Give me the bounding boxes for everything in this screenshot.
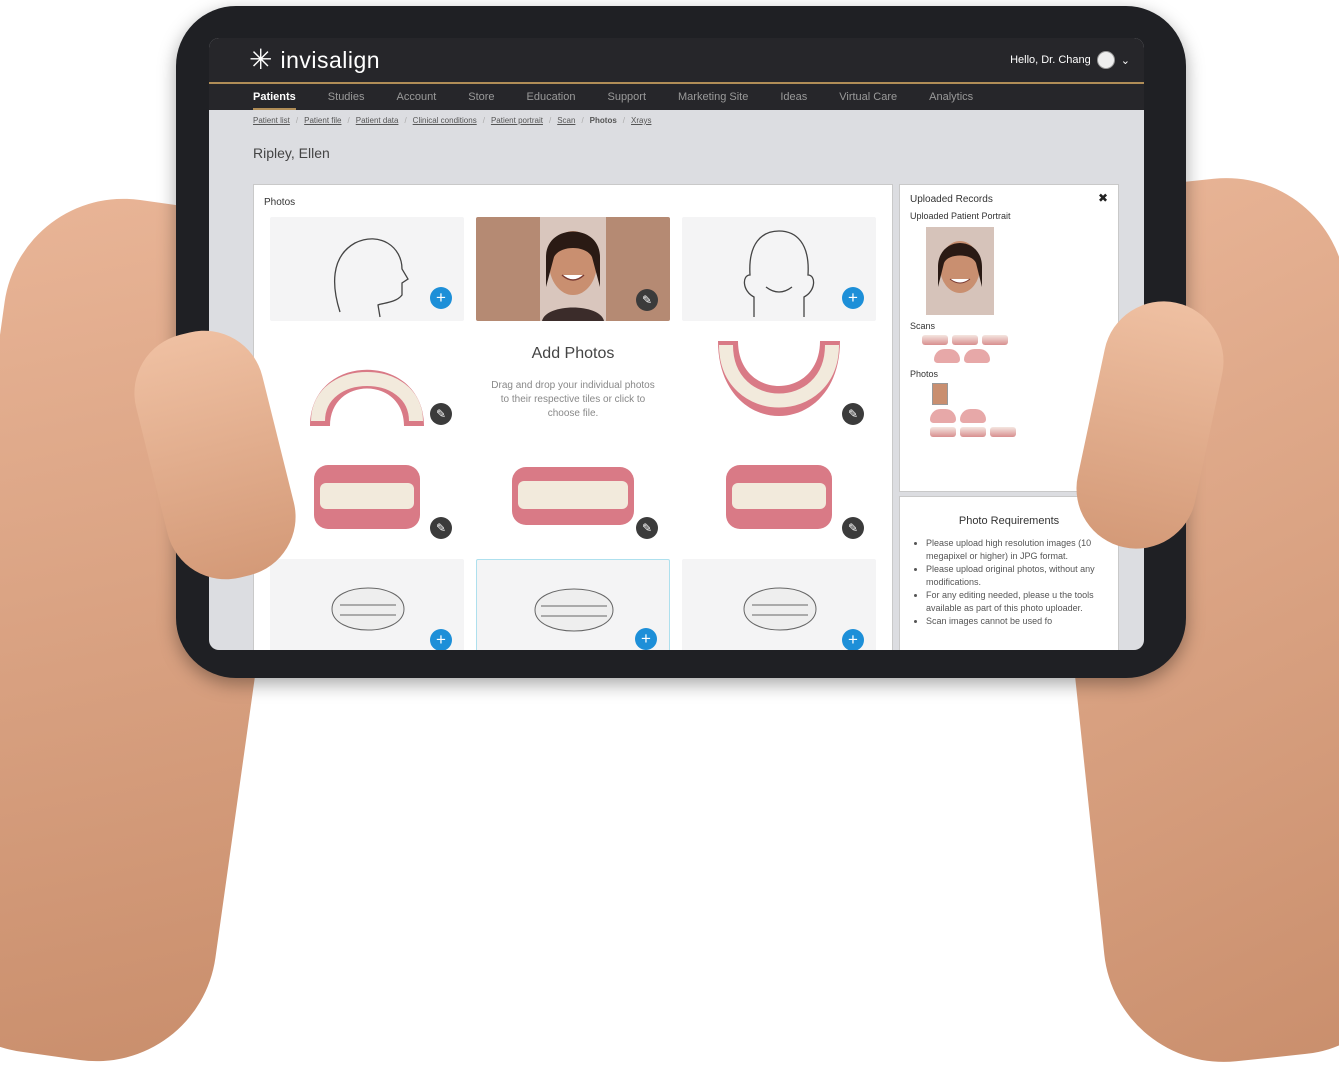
add-photos-description: Drag and drop your individual photos to … — [491, 380, 655, 419]
edit-photo-button[interactable]: ✎ — [430, 517, 452, 539]
scan-thumbnail[interactable] — [922, 335, 948, 345]
breadcrumb-patient-data[interactable]: Patient data — [356, 116, 399, 125]
tile-front-teeth[interactable]: + — [476, 559, 670, 650]
breadcrumb-photos: Photos — [589, 116, 617, 125]
photo-thumbnails — [900, 379, 1118, 405]
breadcrumb-clinical-conditions[interactable]: Clinical conditions — [413, 116, 477, 125]
star-burst-icon: ✳ — [249, 44, 273, 75]
tile-upper-occlusal[interactable]: ✎ — [270, 331, 464, 435]
edit-photo-button[interactable]: ✎ — [636, 289, 658, 311]
add-photo-button[interactable]: + — [430, 287, 452, 309]
scans-label: Scans — [910, 321, 936, 331]
photo-thumbnails-row2 — [900, 405, 1118, 423]
breadcrumb: Patient list / Patient file / Patient data… — [253, 116, 652, 125]
nav-item-support[interactable]: Support — [607, 84, 646, 110]
tablet-screen: ✳ invisalign Hello, Dr. Chang ⌄ Patients… — [209, 38, 1144, 650]
add-photo-button[interactable]: + — [842, 287, 864, 309]
photo-thumbnail[interactable] — [960, 427, 986, 437]
scan-thumbnail[interactable] — [964, 349, 990, 363]
add-photo-button[interactable]: + — [842, 629, 864, 650]
photo-thumbnail[interactable] — [960, 409, 986, 423]
add-photos-dropzone[interactable]: Add Photos Drag and drop your individual… — [476, 331, 670, 435]
requirements-list: Please upload high resolution images (10… — [900, 537, 1118, 628]
nav-item-ideas[interactable]: Ideas — [780, 84, 807, 110]
tile-lower-occlusal[interactable]: ✎ — [682, 331, 876, 435]
edit-photo-button[interactable]: ✎ — [430, 403, 452, 425]
add-photos-title: Add Photos — [531, 345, 615, 362]
photo-thumbnail[interactable] — [990, 427, 1016, 437]
logo[interactable]: ✳ invisalign — [249, 46, 380, 74]
breadcrumb-patient-list[interactable]: Patient list — [253, 116, 290, 125]
breadcrumb-scan[interactable]: Scan — [557, 116, 575, 125]
add-photo-button[interactable]: + — [635, 628, 657, 650]
nav-item-studies[interactable]: Studies — [328, 84, 365, 110]
breadcrumb-patient-file[interactable]: Patient file — [304, 116, 341, 125]
chevron-down-icon: ⌄ — [1120, 54, 1130, 67]
add-photo-button[interactable]: + — [430, 629, 452, 650]
greeting: Hello, Dr. Chang — [1010, 54, 1091, 66]
scan-thumbnail[interactable] — [934, 349, 960, 363]
avatar — [1096, 51, 1115, 69]
page-title: Ripley, Ellen — [253, 145, 330, 161]
tile-profile-photo[interactable]: + — [270, 217, 464, 321]
requirement-item: Please upload original photos, without a… — [926, 563, 1118, 589]
breadcrumb-xrays[interactable]: Xrays — [631, 116, 651, 125]
tile-smile-photo[interactable]: ✎ — [476, 217, 670, 321]
nav-item-education[interactable]: Education — [527, 84, 576, 110]
photos-label: Photos — [910, 369, 939, 379]
tile-right-buccal[interactable]: ✎ — [270, 445, 464, 549]
top-bar: ✳ invisalign Hello, Dr. Chang ⌄ — [209, 38, 1144, 82]
photo-thumbnail[interactable] — [932, 383, 948, 405]
photo-thumbnails-row3 — [900, 423, 1118, 437]
photo-thumbnail[interactable] — [930, 409, 956, 423]
nav-item-store[interactable]: Store — [468, 84, 494, 110]
edit-photo-button[interactable]: ✎ — [842, 517, 864, 539]
photos-panel: Photos + ✎ + ✎ Add Photos Drag and drop … — [253, 184, 893, 650]
requirement-item: For any editing needed, please u the too… — [926, 589, 1118, 615]
scan-thumbnails — [900, 331, 1118, 345]
tile-anterior[interactable]: ✎ — [476, 445, 670, 549]
portrait-label: Uploaded Patient Portrait — [910, 211, 1011, 221]
requirement-item: Please upload high resolution images (10… — [926, 537, 1118, 563]
breadcrumb-patient-portrait[interactable]: Patient portrait — [491, 116, 543, 125]
user-menu[interactable]: Hello, Dr. Chang ⌄ — [1010, 51, 1130, 69]
portrait-thumbnail[interactable] — [926, 227, 994, 315]
records-title: Uploaded Records — [910, 194, 993, 205]
photo-thumbnail[interactable] — [930, 427, 956, 437]
tile-frontal-photo[interactable]: + — [682, 217, 876, 321]
scan-thumbnail[interactable] — [952, 335, 978, 345]
nav-item-virtual-care[interactable]: Virtual Care — [839, 84, 897, 110]
nav-item-patients[interactable]: Patients — [253, 84, 296, 110]
main-nav: Patients Studies Account Store Education… — [209, 84, 1144, 110]
requirement-item: Scan images cannot be used fo — [926, 615, 1118, 628]
nav-item-analytics[interactable]: Analytics — [929, 84, 973, 110]
scan-arch-thumbnails — [900, 345, 1118, 363]
tile-right-lateral[interactable]: + — [270, 559, 464, 650]
nav-item-marketing-site[interactable]: Marketing Site — [678, 84, 748, 110]
edit-photo-button[interactable]: ✎ — [636, 517, 658, 539]
scan-thumbnail[interactable] — [982, 335, 1008, 345]
logo-text: invisalign — [280, 46, 381, 73]
tile-left-lateral[interactable]: + — [682, 559, 876, 650]
close-icon[interactable]: ✖ — [1098, 191, 1108, 205]
tile-left-buccal[interactable]: ✎ — [682, 445, 876, 549]
nav-item-account[interactable]: Account — [397, 84, 437, 110]
photos-panel-title: Photos — [264, 197, 296, 208]
photo-tile-grid: + ✎ + ✎ Add Photos Drag and drop your in… — [270, 217, 876, 650]
edit-photo-button[interactable]: ✎ — [842, 403, 864, 425]
